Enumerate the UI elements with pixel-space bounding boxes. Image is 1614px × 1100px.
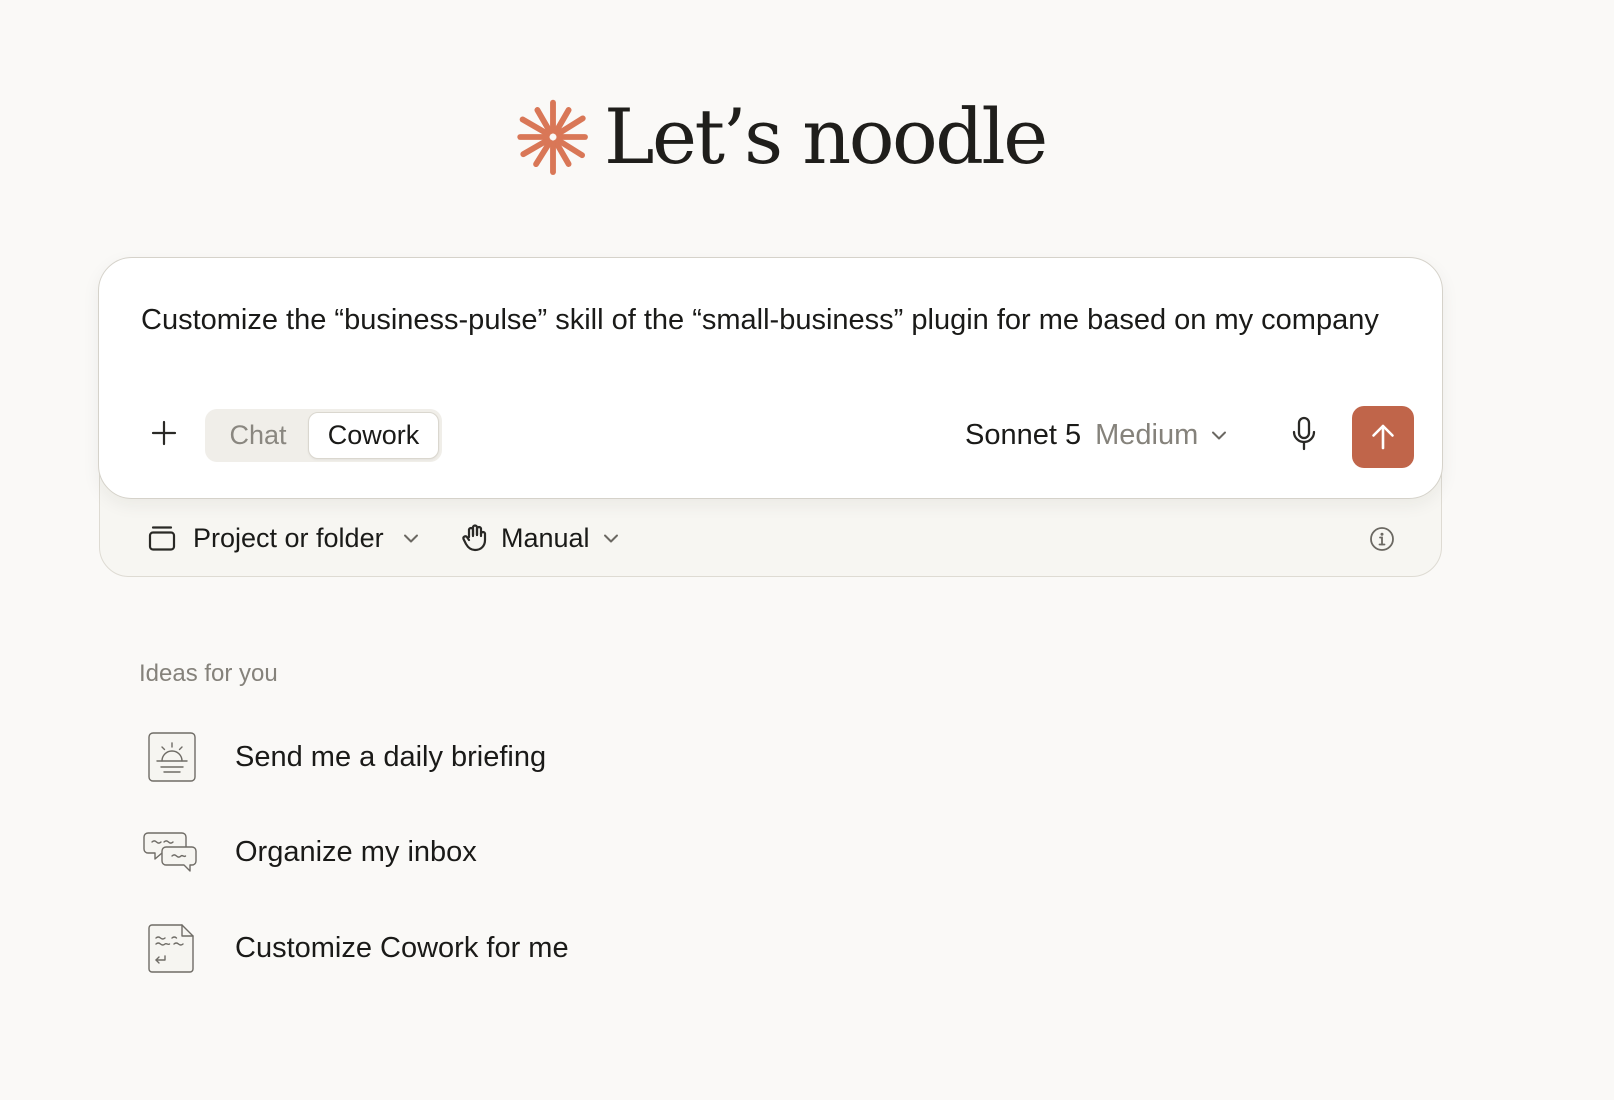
folder-icon bbox=[148, 526, 176, 551]
chevron-down-icon bbox=[402, 532, 420, 544]
sunrise-card-icon bbox=[140, 727, 204, 787]
idea-label: Send me a daily briefing bbox=[235, 740, 547, 773]
microphone-icon bbox=[1292, 416, 1316, 451]
ideas-heading: Ideas for you bbox=[139, 660, 278, 687]
tab-cowork[interactable]: Cowork bbox=[308, 412, 439, 459]
idea-label: Customize Cowork for me bbox=[235, 931, 569, 964]
permission-mode-label: Manual bbox=[501, 522, 590, 553]
greeting-header: Let’s noodle bbox=[514, 92, 1048, 182]
mode-toggle: Chat Cowork bbox=[205, 409, 442, 462]
permission-mode-selector[interactable]: Manual bbox=[461, 520, 620, 556]
project-folder-label: Project or folder bbox=[193, 522, 384, 553]
plus-icon bbox=[151, 420, 177, 446]
document-icon bbox=[140, 918, 204, 978]
info-icon[interactable] bbox=[1369, 526, 1395, 552]
greeting-title: Let’s noodle bbox=[604, 92, 1048, 181]
send-button[interactable] bbox=[1352, 406, 1414, 468]
voice-input-button[interactable] bbox=[1279, 408, 1329, 460]
new-task-page: Let’s noodle Project or folder Manual Cu… bbox=[0, 0, 1614, 1100]
sparkle-logo-icon bbox=[517, 99, 588, 176]
chevron-down-icon bbox=[602, 532, 620, 544]
chat-bubbles-icon bbox=[140, 822, 204, 882]
tab-chat[interactable]: Chat bbox=[208, 412, 308, 459]
idea-label: Organize my inbox bbox=[235, 835, 477, 868]
model-name: Sonnet 5 bbox=[965, 418, 1082, 451]
prompt-input[interactable]: Customize the “business-pulse” skill of … bbox=[141, 300, 1391, 340]
add-attachment-button[interactable] bbox=[139, 408, 189, 458]
idea-organize-inbox[interactable]: Organize my inbox bbox=[140, 822, 477, 882]
model-effort: Medium bbox=[1095, 418, 1199, 451]
idea-daily-briefing[interactable]: Send me a daily briefing bbox=[140, 727, 546, 787]
idea-customize-cowork[interactable]: Customize Cowork for me bbox=[140, 918, 569, 978]
hand-icon bbox=[462, 524, 487, 552]
arrow-up-icon bbox=[1372, 424, 1394, 450]
chevron-down-icon bbox=[1210, 429, 1228, 441]
prompt-composer: Customize the “business-pulse” skill of … bbox=[98, 257, 1443, 499]
model-selector[interactable]: Sonnet 5 Medium bbox=[965, 410, 1228, 460]
project-folder-selector[interactable]: Project or folder bbox=[147, 520, 420, 556]
